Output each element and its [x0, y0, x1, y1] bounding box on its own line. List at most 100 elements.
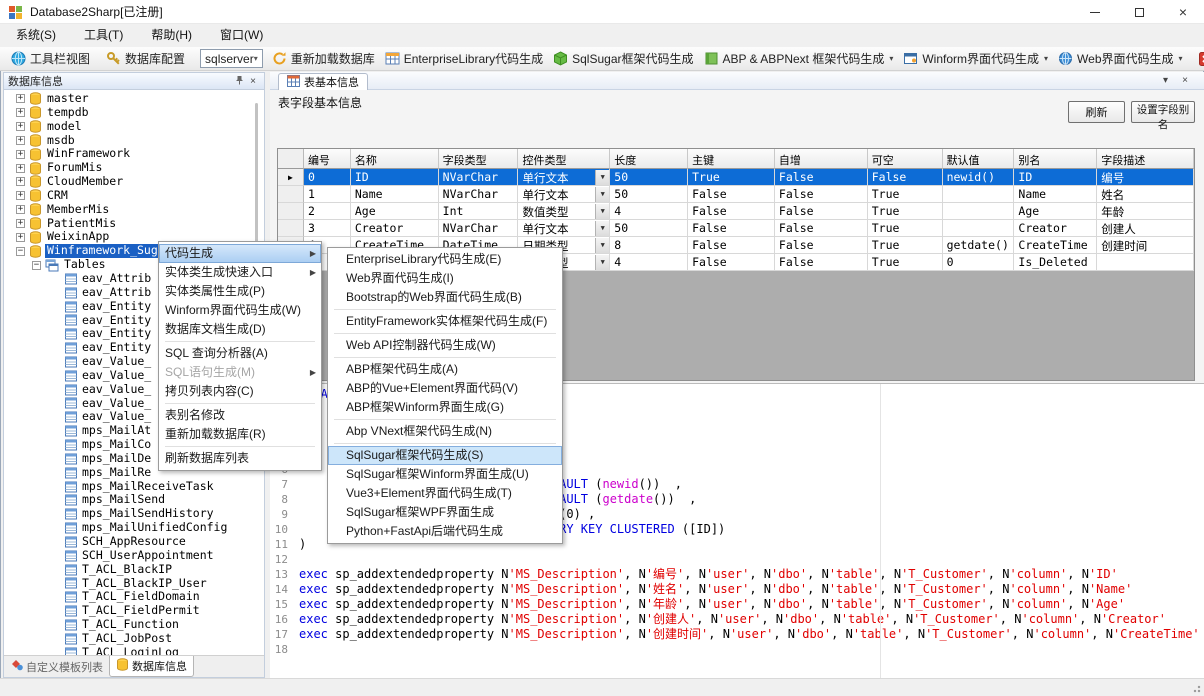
- column-header[interactable]: 名称: [351, 149, 439, 169]
- grid-cell[interactable]: True: [868, 203, 943, 220]
- tree-item[interactable]: mps_MailSend: [4, 493, 264, 507]
- menu-item[interactable]: ABP框架Winform界面生成(G): [328, 398, 562, 417]
- table-row[interactable]: ▶0IDNVarChar单行文本▼50TrueFalseFalsenewid()…: [278, 169, 1194, 186]
- row-selector[interactable]: [278, 220, 304, 237]
- menu-item[interactable]: 实体类生成快速入口▶: [159, 263, 321, 282]
- toolbar-button-exit[interactable]: 退出: [1194, 48, 1204, 69]
- grid-cell[interactable]: NVarChar: [439, 186, 519, 203]
- grid-cell[interactable]: 4: [610, 203, 688, 220]
- grid-cell[interactable]: [943, 186, 1015, 203]
- row-selector[interactable]: [278, 186, 304, 203]
- menu-item[interactable]: ABP的Vue+Element界面代码(V): [328, 379, 562, 398]
- expand-icon[interactable]: +: [16, 94, 25, 103]
- menu-item[interactable]: SqlSugar框架WPF界面生成: [328, 503, 562, 522]
- tree-item[interactable]: T_ACL_BlackIP: [4, 563, 264, 577]
- toolbar-button-winform[interactable]: Winform界面代码生成▾: [898, 48, 1053, 69]
- grid-cell[interactable]: ID: [1014, 169, 1097, 186]
- grid-cell[interactable]: False: [688, 237, 775, 254]
- cell-combo-dropdown-icon[interactable]: ▼: [595, 187, 609, 202]
- grid-cell[interactable]: ID: [351, 169, 439, 186]
- grid-cell[interactable]: Name: [1014, 186, 1097, 203]
- grid-cell[interactable]: 创建人: [1097, 220, 1194, 237]
- menu-item[interactable]: ABP框架代码生成(A): [328, 360, 562, 379]
- collapse-icon[interactable]: −: [32, 261, 41, 270]
- grid-cell[interactable]: False: [775, 186, 868, 203]
- menu-item[interactable]: 代码生成▶: [159, 244, 321, 263]
- tree-item[interactable]: mps_MailReceiveTask: [4, 480, 264, 494]
- toolbar-button-refresh[interactable]: 重新加载数据库: [267, 48, 380, 69]
- tree-item[interactable]: T_ACL_FieldPermit: [4, 604, 264, 618]
- expand-icon[interactable]: +: [16, 150, 25, 159]
- menu-item[interactable]: 表别名修改: [159, 406, 321, 425]
- grid-cell[interactable]: 50: [610, 186, 688, 203]
- grid-cell[interactable]: 姓名: [1097, 186, 1194, 203]
- grid-cell[interactable]: [943, 203, 1015, 220]
- expand-icon[interactable]: +: [16, 164, 25, 173]
- grid-cell[interactable]: True: [688, 169, 775, 186]
- menu-item[interactable]: SQL 查询分析器(A): [159, 344, 321, 363]
- grid-cell[interactable]: False: [775, 169, 868, 186]
- expand-icon[interactable]: +: [16, 177, 25, 186]
- tree-item[interactable]: +model: [4, 120, 264, 134]
- menu-item[interactable]: 拷贝列表内容(C): [159, 382, 321, 401]
- grid-cell[interactable]: 0: [943, 254, 1015, 271]
- grid-cell[interactable]: 4: [610, 254, 688, 271]
- table-row[interactable]: 2AgeInt数值类型▼4FalseFalseTrueAge年龄: [278, 203, 1194, 220]
- expand-icon[interactable]: +: [16, 122, 25, 131]
- tree-item[interactable]: T_ACL_Function: [4, 618, 264, 632]
- grid-cell[interactable]: 1: [304, 186, 351, 203]
- tree-item[interactable]: T_ACL_FieldDomain: [4, 590, 264, 604]
- grid-cell[interactable]: False: [688, 254, 775, 271]
- panel-close-icon[interactable]: ×: [246, 76, 260, 87]
- grid-cell[interactable]: [943, 220, 1015, 237]
- grid-cell[interactable]: True: [868, 186, 943, 203]
- column-header[interactable]: 字段描述: [1097, 149, 1194, 169]
- menu-item[interactable]: SqlSugar框架代码生成(S): [328, 446, 562, 465]
- grid-cell[interactable]: False: [775, 220, 868, 237]
- column-header[interactable]: 字段类型: [439, 149, 519, 169]
- column-header[interactable]: 主键: [688, 149, 775, 169]
- expand-icon[interactable]: +: [16, 233, 25, 242]
- grid-cell[interactable]: True: [868, 237, 943, 254]
- panel-tab-active[interactable]: 数据库信息: [109, 656, 194, 677]
- menu-item[interactable]: Bootstrap的Web界面代码生成(B): [328, 288, 562, 307]
- menu-item[interactable]: 窗口(W): [208, 24, 275, 47]
- tree-item[interactable]: SCH_AppResource: [4, 535, 264, 549]
- grid-cell[interactable]: newid(): [943, 169, 1015, 186]
- grid-cell[interactable]: Is_Deleted: [1014, 254, 1097, 271]
- tree-item[interactable]: mps_MailUnifiedConfig: [4, 521, 264, 535]
- tree-item[interactable]: +MemberMis: [4, 203, 264, 217]
- expand-icon[interactable]: +: [16, 205, 25, 214]
- tree-scrollbar[interactable]: [255, 103, 258, 253]
- menu-item[interactable]: Python+FastApi后端代码生成: [328, 522, 562, 541]
- grid-cell[interactable]: NVarChar: [439, 169, 519, 186]
- panel-tab-inactive[interactable]: 自定义模板列表: [4, 656, 109, 677]
- grid-cell[interactable]: False: [688, 186, 775, 203]
- toolbar-button-keys[interactable]: 数据库配置: [101, 48, 190, 69]
- grid-cell[interactable]: Creator: [1014, 220, 1097, 237]
- grid-cell[interactable]: Int: [439, 203, 519, 220]
- expand-icon[interactable]: +: [16, 108, 25, 117]
- tree-item[interactable]: SCH_UserAppointment: [4, 549, 264, 563]
- tab-close-icon[interactable]: ×: [1182, 75, 1188, 86]
- menu-item[interactable]: Vue3+Element界面代码生成(T): [328, 484, 562, 503]
- grid-cell[interactable]: False: [868, 169, 943, 186]
- menu-item[interactable]: SqlSugar框架Winform界面生成(U): [328, 465, 562, 484]
- toolbar-button-cube[interactable]: SqlSugar框架代码生成: [548, 48, 698, 69]
- menu-item[interactable]: EntityFramework实体框架代码生成(F): [328, 312, 562, 331]
- column-header[interactable]: 默认值: [943, 149, 1015, 169]
- column-header[interactable]: 可空: [868, 149, 943, 169]
- maximize-button[interactable]: [1118, 0, 1160, 24]
- cell-combo-dropdown-icon[interactable]: ▼: [595, 221, 609, 236]
- menu-item[interactable]: Abp VNext框架代码生成(N): [328, 422, 562, 441]
- expand-icon[interactable]: +: [16, 136, 25, 145]
- grid-cell[interactable]: 单行文本▼: [518, 220, 610, 237]
- tab-table-basic-info[interactable]: 表基本信息: [278, 73, 368, 90]
- grid-cell[interactable]: 编号: [1097, 169, 1194, 186]
- grid-cell[interactable]: False: [775, 203, 868, 220]
- toolbar-button-table-gen[interactable]: EnterpriseLibrary代码生成: [380, 48, 548, 69]
- grid-cell[interactable]: Creator: [351, 220, 439, 237]
- menu-item[interactable]: Web API控制器代码生成(W): [328, 336, 562, 355]
- grid-cell[interactable]: 单行文本▼: [518, 186, 610, 203]
- tree-item[interactable]: +CloudMember: [4, 175, 264, 189]
